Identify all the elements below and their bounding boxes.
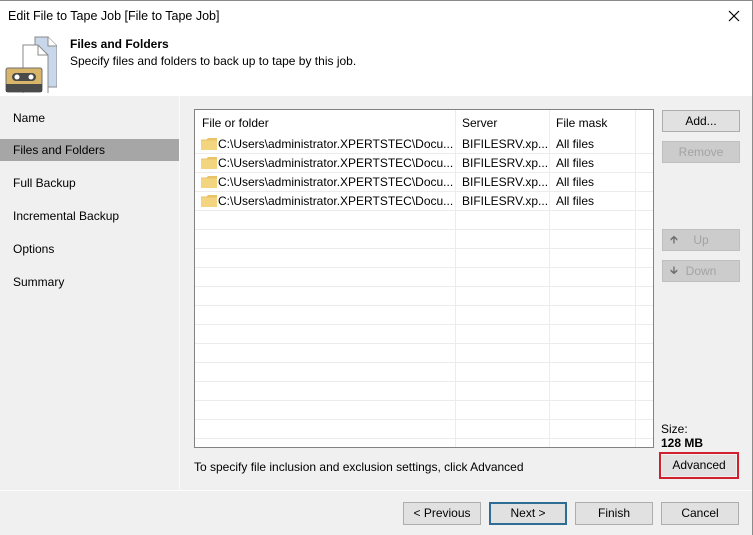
advanced-button[interactable]: Advanced — [662, 455, 736, 476]
up-button[interactable]: 🡱 Up — [662, 229, 740, 251]
table-row[interactable]: C:\Users\administrator.XPERTSTEC\Docu...… — [195, 135, 653, 154]
add-button[interactable]: Add... — [662, 110, 740, 132]
footer-divider — [0, 490, 752, 491]
wizard-header: Files and Folders Specify files and fold… — [0, 31, 752, 96]
files-table[interactable]: File or folder Server File mask C:\Users… — [194, 109, 654, 448]
advanced-button-label: Advanced — [672, 458, 726, 472]
table-row[interactable]: C:\Users\administrator.XPERTSTEC\Docu...… — [195, 173, 653, 192]
cell-server: BIFILESRV.xp... — [462, 137, 549, 151]
row-divider — [195, 343, 653, 344]
arrow-down-icon: 🡳 — [670, 265, 678, 277]
row-divider — [195, 381, 653, 382]
add-button-label: Add... — [685, 114, 717, 128]
cell-server: BIFILESRV.xp... — [462, 194, 549, 208]
arrow-up-icon: 🡱 — [670, 234, 678, 246]
nav-item-label: Options — [13, 242, 55, 256]
cell-mask: All files — [556, 194, 595, 208]
finish-button[interactable]: Finish — [575, 502, 653, 525]
cancel-button-label: Cancel — [681, 506, 719, 520]
page-subtitle: Specify files and folders to back up to … — [70, 54, 357, 68]
files-tape-icon — [5, 36, 57, 93]
table-row[interactable]: C:\Users\administrator.XPERTSTEC\Docu...… — [195, 192, 653, 211]
row-divider — [195, 229, 653, 230]
content-panel: File or folder Server File mask C:\Users… — [179, 96, 752, 490]
cell-path: C:\Users\administrator.XPERTSTEC\Docu... — [218, 175, 454, 189]
cell-server: BIFILESRV.xp... — [462, 175, 549, 189]
nav-item-label: Summary — [13, 275, 65, 289]
dialog-window: Edit File to Tape Job [File to Tape Job]… — [0, 0, 753, 535]
row-divider — [195, 419, 653, 420]
nav-item-summary[interactable]: Summary — [0, 271, 179, 293]
previous-button[interactable]: < Previous — [403, 502, 481, 525]
down-button-label: Down — [685, 264, 717, 278]
nav-item-name[interactable]: Name — [0, 107, 179, 129]
cell-path: C:\Users\administrator.XPERTSTEC\Docu... — [218, 156, 454, 170]
row-divider — [195, 286, 653, 287]
cell-path: C:\Users\administrator.XPERTSTEC\Docu... — [218, 194, 454, 208]
nav-item-label: Files and Folders — [13, 143, 106, 157]
cell-path: C:\Users\administrator.XPERTSTEC\Docu... — [218, 137, 454, 151]
up-button-label: Up — [693, 233, 709, 247]
wizard-steps-nav: Name Files and Folders Full Backup Incre… — [0, 96, 179, 490]
close-icon — [728, 10, 740, 22]
row-divider — [195, 400, 653, 401]
row-divider — [195, 324, 653, 325]
nav-item-incremental-backup[interactable]: Incremental Backup — [0, 205, 179, 227]
nav-item-label: Full Backup — [13, 176, 76, 190]
nav-item-full-backup[interactable]: Full Backup — [0, 172, 179, 194]
window-title: Edit File to Tape Job [File to Tape Job] — [8, 9, 220, 23]
nav-item-options[interactable]: Options — [0, 238, 179, 260]
next-button[interactable]: Next > — [489, 502, 567, 525]
column-header-file-mask[interactable]: File mask — [556, 116, 607, 130]
folder-icon — [201, 138, 217, 150]
row-divider — [195, 305, 653, 306]
row-divider — [195, 267, 653, 268]
remove-button[interactable]: Remove — [662, 141, 740, 163]
previous-button-label: < Previous — [413, 506, 471, 520]
close-button[interactable] — [720, 3, 748, 29]
nav-item-label: Incremental Backup — [13, 209, 120, 223]
row-divider — [195, 362, 653, 363]
cancel-button[interactable]: Cancel — [661, 502, 739, 525]
table-row[interactable]: C:\Users\administrator.XPERTSTEC\Docu...… — [195, 154, 653, 173]
down-button[interactable]: 🡳 Down — [662, 260, 740, 282]
row-divider — [195, 248, 653, 249]
title-bar: Edit File to Tape Job [File to Tape Job] — [0, 1, 752, 31]
folder-icon — [201, 157, 217, 169]
folder-icon — [201, 176, 217, 188]
row-divider — [195, 438, 653, 439]
next-button-label: Next > — [510, 506, 546, 520]
column-header-server[interactable]: Server — [462, 116, 497, 130]
remove-button-label: Remove — [678, 145, 724, 159]
finish-button-label: Finish — [597, 506, 630, 520]
advanced-hint-text: To specify file inclusion and exclusion … — [194, 460, 524, 474]
size-label: Size: — [661, 422, 688, 436]
cell-mask: All files — [556, 175, 595, 189]
cell-mask: All files — [556, 156, 595, 170]
page-title: Files and Folders — [70, 37, 169, 51]
folder-icon — [201, 195, 217, 207]
nav-item-files-and-folders[interactable]: Files and Folders — [0, 139, 179, 161]
nav-item-label: Name — [13, 111, 46, 125]
column-header-file-or-folder[interactable]: File or folder — [202, 116, 269, 130]
cell-server: BIFILESRV.xp... — [462, 156, 549, 170]
cell-mask: All files — [556, 137, 595, 151]
size-value: 128 MB — [661, 436, 704, 450]
